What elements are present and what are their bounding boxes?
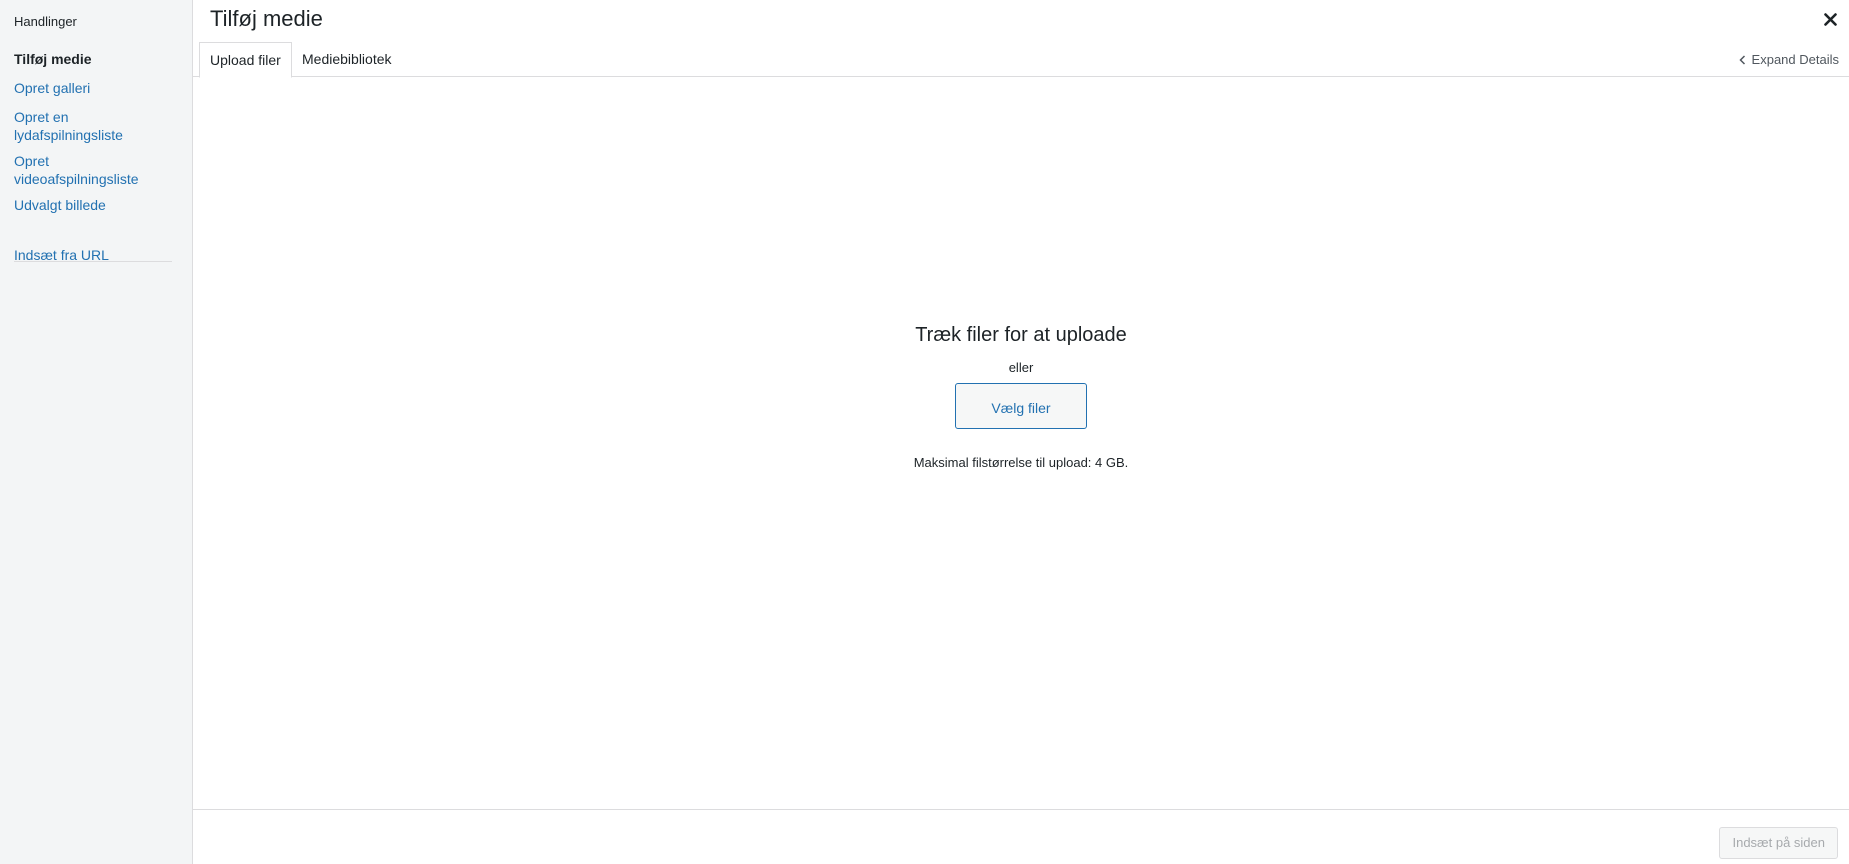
chevron-left-icon [1738, 54, 1745, 65]
tab-upload-files[interactable]: Upload filer [199, 42, 292, 78]
page-title: Tilføj medie [210, 6, 323, 31]
sidebar-item-featured-image[interactable]: Udvalgt billede [14, 196, 174, 214]
drop-or-text: eller [1008, 360, 1034, 375]
media-modal: Handlinger Tilføj medie Opret galleri Op… [0, 0, 1849, 864]
drop-title: Træk filer for at uploade [915, 324, 1127, 346]
upload-drop-zone[interactable]: Træk filer for at uploade eller Vælg fil… [193, 77, 1849, 809]
media-toolbar: Indsæt på siden [193, 809, 1849, 864]
upload-instructions: Træk filer for at uploade eller Vælg fil… [193, 322, 1849, 470]
sidebar-item-create-video-playlist[interactable]: Opret videoafspilningsliste [14, 152, 144, 188]
close-button[interactable] [1817, 6, 1843, 32]
sidebar-item-create-gallery[interactable]: Opret galleri [14, 79, 174, 97]
close-icon [1823, 12, 1837, 26]
sidebar-heading: Handlinger [14, 14, 77, 29]
media-tabs: Upload filer Mediebibliotek Expand Detai… [193, 42, 1849, 78]
sidebar-item-create-audio-playlist[interactable]: Opret en lydafspilningsliste [14, 108, 144, 144]
select-files-button[interactable]: Vælg filer [955, 383, 1087, 429]
expand-details-label: Expand Details [1751, 52, 1839, 67]
insert-into-page-button[interactable]: Indsæt på siden [1719, 827, 1838, 859]
expand-details-button[interactable]: Expand Details [1738, 52, 1839, 67]
max-upload-size: Maksimal filstørrelse til upload: 4 GB. [913, 455, 1129, 470]
sidebar-separator [14, 261, 172, 262]
sidebar-item-add-media[interactable]: Tilføj medie [14, 50, 174, 68]
media-sidebar: Handlinger Tilføj medie Opret galleri Op… [0, 0, 193, 864]
tab-media-library[interactable]: Mediebibliotek [292, 42, 402, 77]
